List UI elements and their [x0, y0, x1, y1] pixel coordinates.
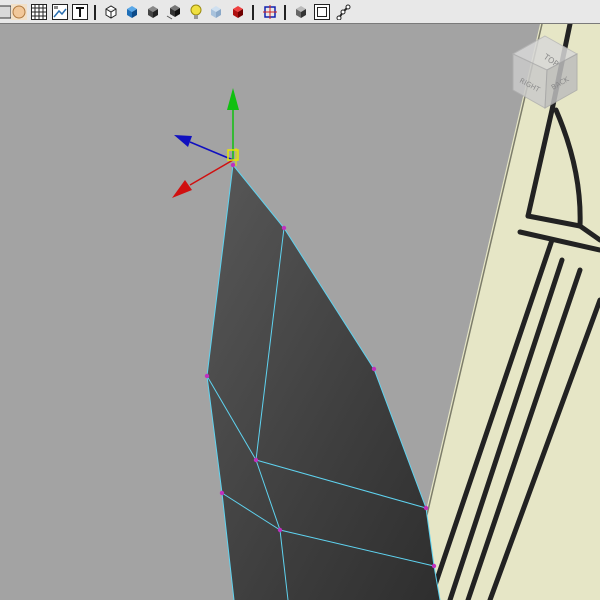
texture-text-icon[interactable]: [72, 4, 88, 20]
flat-shade-cube-icon[interactable]: [145, 4, 161, 20]
move-manipulator[interactable]: [172, 88, 239, 198]
vertex-point: [277, 527, 283, 533]
vertex-point: [230, 162, 236, 168]
vertex-point: [431, 563, 437, 569]
xray-joint-icon[interactable]: [293, 4, 309, 20]
toolbar-separator: [94, 5, 96, 20]
y-axis-handle[interactable]: [227, 88, 239, 160]
light-bulb-icon[interactable]: [188, 4, 204, 20]
wireframe-grid-icon[interactable]: [31, 4, 47, 20]
polygon-mesh[interactable]: [204, 162, 441, 600]
joint-tool-icon[interactable]: [336, 4, 352, 20]
vertex-point: [204, 373, 210, 379]
vertex-point: [423, 505, 429, 511]
shading-sphere-icon[interactable]: [11, 4, 27, 20]
image-plane-icon[interactable]: [52, 4, 68, 20]
toolbar-separator: [284, 5, 286, 20]
vertex-point: [371, 366, 377, 372]
red-cube-icon[interactable]: [230, 4, 246, 20]
toolbar-separator: [252, 5, 254, 20]
vertex-point: [253, 457, 259, 463]
shadow-cube-icon[interactable]: [166, 4, 182, 20]
maya-viewport-window: TOP RIGHT BACK: [0, 0, 600, 600]
vertex-point: [219, 490, 225, 496]
z-axis-handle[interactable]: [174, 135, 234, 161]
panel-toolbar: [0, 0, 600, 24]
xray-cube-icon[interactable]: [208, 4, 224, 20]
resolution-gate-icon[interactable]: [314, 4, 330, 20]
x-axis-handle[interactable]: [172, 159, 234, 198]
wireframe-cube-icon[interactable]: [103, 4, 119, 20]
smooth-shade-cube-icon[interactable]: [124, 4, 140, 20]
vertex-point: [281, 225, 287, 231]
isolate-select-icon[interactable]: [262, 4, 278, 20]
view-cube[interactable]: TOP RIGHT BACK: [505, 32, 585, 112]
